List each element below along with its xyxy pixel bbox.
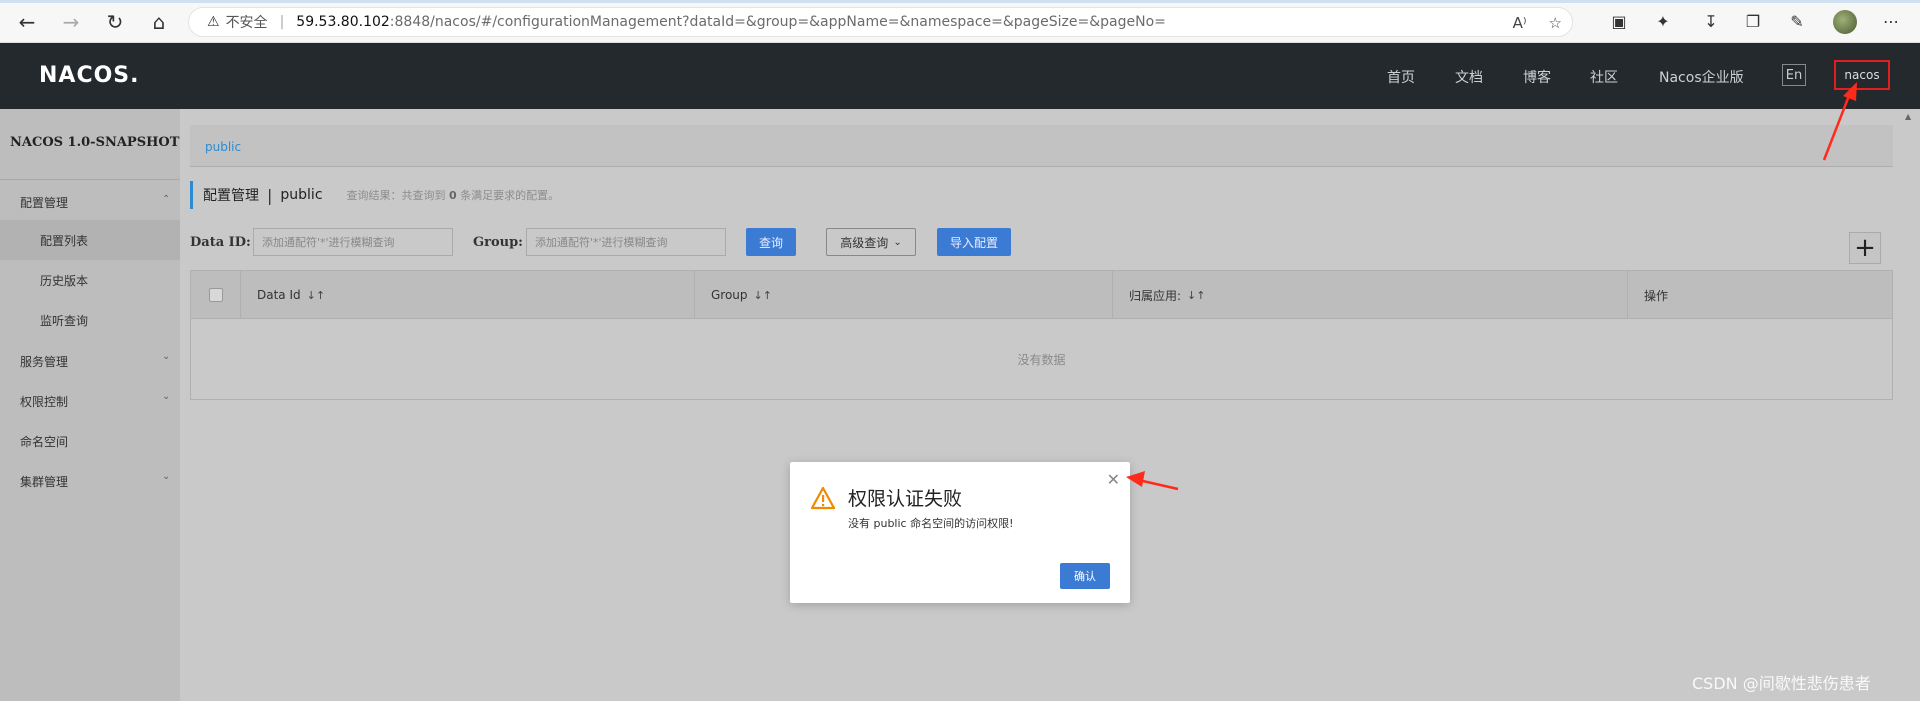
- add-config-icon[interactable]: +: [1849, 232, 1881, 264]
- sidebar-divider: [0, 179, 180, 180]
- query-summary: 查询结果：共查询到 0 条满足要求的配置。: [347, 187, 560, 203]
- group-input[interactable]: 添加通配符'*'进行模糊查询: [526, 228, 726, 256]
- address-bar[interactable]: ⚠ 不安全 | 59.53.80.102:8848/nacos/#/config…: [188, 7, 1573, 37]
- column-data-id-label: Data Id: [257, 288, 301, 302]
- page-namespace: public: [280, 187, 323, 203]
- column-group-label: Group: [711, 288, 748, 302]
- column-data-id[interactable]: Data Id ↓↑: [241, 271, 695, 319]
- sidebar-item-cluster[interactable]: 集群管理: [20, 473, 68, 490]
- summary-suffix: 条满足要求的配置。: [460, 189, 560, 202]
- dialog-message: 没有 public 命名空间的访问权限!: [848, 517, 1014, 530]
- nav-docs[interactable]: 文档: [1455, 67, 1483, 87]
- close-icon[interactable]: ✕: [1107, 470, 1120, 489]
- main-content: public 配置管理 | public 查询结果：共查询到 0 条满足要求的配…: [180, 109, 1920, 701]
- watermark: CSDN @间歇性悲伤患者: [1692, 674, 1871, 693]
- tab-strip-edge: [0, 0, 1920, 3]
- favorite-star-icon[interactable]: ☆: [1549, 14, 1562, 32]
- reload-icon[interactable]: ↻: [102, 9, 128, 35]
- data-id-input[interactable]: 添加通配符'*'进行模糊查询: [253, 228, 453, 256]
- extension-icon[interactable]: ▣: [1608, 10, 1630, 32]
- forward-icon[interactable]: →: [58, 9, 84, 35]
- select-all-cell: [191, 271, 241, 319]
- chevron-up-icon: ⌃: [162, 194, 171, 205]
- nav-blog[interactable]: 博客: [1523, 67, 1551, 87]
- config-table: Data Id ↓↑ Group ↓↑ 归属应用: ↓↑ 操作 没有数据: [190, 270, 1893, 400]
- sidebar-title: NACOS 1.0-SNAPSHOT: [10, 135, 180, 150]
- advanced-query-button[interactable]: 高级查询 ⌄: [826, 228, 916, 256]
- sidebar-item-auth[interactable]: 权限控制: [20, 393, 68, 410]
- language-toggle[interactable]: En: [1782, 64, 1806, 86]
- group-label: Group:: [473, 235, 523, 250]
- address-actions: A⁾ ☆: [1513, 14, 1562, 32]
- sidebar-item-config[interactable]: 配置管理: [20, 194, 68, 211]
- permission-error-dialog: ✕ 权限认证失败 没有 public 命名空间的访问权限! 确认: [790, 462, 1130, 603]
- scroll-up-icon[interactable]: ▲: [1905, 112, 1911, 121]
- edit-icon[interactable]: ✎: [1786, 10, 1808, 32]
- url-path: :8848/nacos/#/configurationManagement?da…: [389, 14, 1166, 30]
- download-icon[interactable]: ↧: [1700, 10, 1722, 32]
- data-id-label: Data ID:: [190, 235, 251, 250]
- browser-toolbar: ← → ↻ ⌂ ⚠ 不安全 | 59.53.80.102:8848/nacos/…: [0, 0, 1920, 43]
- insecure-label: 不安全: [225, 15, 268, 31]
- title-separator: |: [267, 185, 273, 205]
- warning-icon: ⚠: [207, 14, 220, 30]
- chevron-down-icon: ⌄: [893, 236, 902, 248]
- sidebar-item-namespace[interactable]: 命名空间: [20, 433, 68, 450]
- chevron-down-icon: ⌄: [162, 391, 171, 402]
- profile-avatar[interactable]: [1833, 10, 1857, 34]
- sidebar-subitem-config-list[interactable]: 配置列表: [0, 220, 180, 260]
- namespace-bar: public: [190, 125, 1893, 167]
- sidebar-subitem-history[interactable]: 历史版本: [0, 260, 180, 300]
- nav-community[interactable]: 社区: [1590, 67, 1618, 87]
- column-actions-label: 操作: [1644, 288, 1669, 303]
- puzzle-icon[interactable]: ✦: [1652, 10, 1674, 32]
- table-header: Data Id ↓↑ Group ↓↑ 归属应用: ↓↑ 操作: [191, 271, 1892, 319]
- chevron-down-icon: ⌄: [162, 471, 171, 482]
- column-actions: 操作: [1628, 271, 1892, 319]
- page-header: 配置管理 | public 查询结果：共查询到 0 条满足要求的配置。: [190, 181, 559, 209]
- confirm-button[interactable]: 确认: [1060, 563, 1110, 589]
- home-icon[interactable]: ⌂: [146, 9, 172, 35]
- summary-count: 0: [449, 189, 457, 202]
- advanced-query-label: 高级查询: [840, 235, 889, 250]
- summary-prefix: 查询结果：共查询到: [346, 189, 446, 202]
- nav-home[interactable]: 首页: [1387, 67, 1415, 87]
- nacos-logo[interactable]: NACOS.: [39, 63, 140, 88]
- select-all-checkbox[interactable]: [208, 288, 223, 302]
- dialog-title: 权限认证失败: [848, 488, 963, 510]
- read-aloud-icon[interactable]: A⁾: [1513, 14, 1527, 32]
- column-app[interactable]: 归属应用: ↓↑: [1113, 271, 1628, 319]
- column-app-label: 归属应用:: [1129, 288, 1182, 303]
- user-menu[interactable]: nacos: [1834, 60, 1890, 90]
- collections-icon[interactable]: ❐: [1742, 10, 1764, 32]
- app-header: NACOS. 首页 文档 博客 社区 Nacos企业版 En nacos: [0, 43, 1920, 109]
- namespace-link-public[interactable]: public: [205, 140, 241, 154]
- sidebar-subitem-listener[interactable]: 监听查询: [0, 300, 180, 340]
- page-title: 配置管理: [203, 188, 259, 204]
- sidebar: NACOS 1.0-SNAPSHOT 配置管理 ⌃ 配置列表 历史版本 监听查询…: [0, 109, 180, 701]
- back-icon[interactable]: ←: [14, 9, 40, 35]
- address-separator: |: [279, 14, 285, 30]
- sort-icon[interactable]: ↓↑: [307, 289, 325, 302]
- chevron-down-icon: ⌄: [162, 351, 171, 362]
- import-config-button[interactable]: 导入配置: [937, 228, 1011, 256]
- more-icon[interactable]: ⋯: [1880, 10, 1902, 32]
- column-group[interactable]: Group ↓↑: [695, 271, 1113, 319]
- query-button[interactable]: 查询: [746, 228, 796, 256]
- url-host: 59.53.80.102: [296, 14, 390, 30]
- sort-icon[interactable]: ↓↑: [1187, 289, 1205, 302]
- sort-icon[interactable]: ↓↑: [754, 289, 772, 302]
- warning-icon: [810, 486, 836, 510]
- nav-enterprise[interactable]: Nacos企业版: [1659, 67, 1744, 87]
- sidebar-item-service[interactable]: 服务管理: [20, 353, 68, 370]
- empty-table-message: 没有数据: [1017, 352, 1066, 367]
